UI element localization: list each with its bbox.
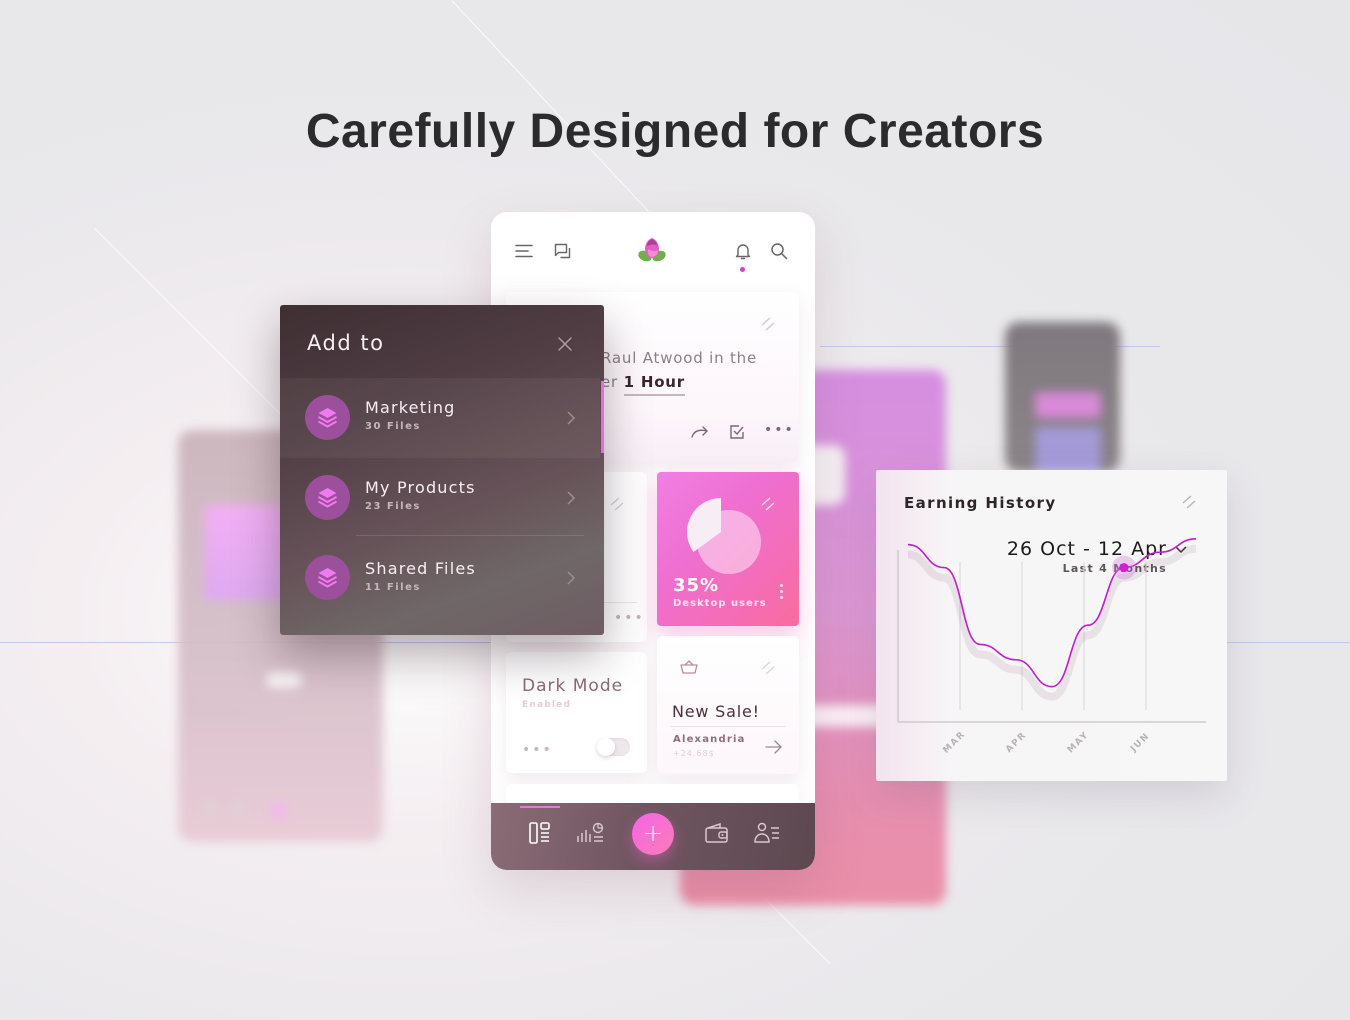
divider [356,535,584,536]
desktop-users-card[interactable]: 35% Desktop users [657,472,799,626]
earning-line-chart: MAR APR MAY JUN [897,538,1206,756]
dark-mode-title: Dark Mode [522,676,624,696]
menu-icon[interactable] [515,244,533,258]
pie-percent: 35% [673,575,720,596]
layers-icon [305,395,350,440]
active-tab-indicator [520,806,560,808]
bottom-navigation: + [491,803,815,870]
close-icon[interactable] [557,336,573,352]
dialog-item-marketing[interactable]: Marketing 30 Files [280,378,600,458]
sale-title: New Sale! [672,702,760,721]
notification-time-emphasis: 1 Hour [623,373,685,396]
item-name: My Products [365,478,476,497]
item-name: Shared Files [365,559,476,578]
layers-icon [305,475,350,520]
line-shadow [907,544,1197,701]
divider [671,726,785,727]
highlight-point [1119,563,1129,573]
sale-amount: +24.68$ [673,749,715,758]
add-to-dialog: Add to Marketing 30 Files My Products 23… [280,305,604,635]
x-tick-label: APR [1004,730,1029,755]
more-vertical-icon[interactable] [780,584,783,602]
forward-icon[interactable] [691,425,709,439]
profile-icon[interactable] [754,822,780,844]
more-icon[interactable]: ••• [614,610,645,626]
pattern-icon [761,661,775,675]
dark-mode-card: Dark Mode Enabled ••• [506,652,647,773]
x-tick-label: MAR [941,729,967,755]
arrow-right-icon[interactable] [765,740,783,754]
chevron-right-icon [567,571,576,585]
top-bar [491,212,815,292]
stats-icon[interactable] [576,822,604,844]
item-name: Marketing [365,398,456,417]
toggle-knob [597,738,615,756]
bell-icon[interactable] [735,242,751,260]
notification-dot [740,267,745,272]
new-sale-card[interactable]: New Sale! Alexandria +24.68$ [657,636,799,774]
checkbox-icon[interactable] [729,424,745,440]
layers-icon [305,555,350,600]
item-count: 11 Files [365,582,421,593]
dashboard-icon[interactable] [529,822,551,844]
scroll-indicator[interactable] [601,381,604,453]
chevron-right-icon [567,491,576,505]
next-card [506,784,799,804]
x-tick-label: MAY [1066,730,1092,756]
notification-time: er 1 Hour [601,373,685,396]
pattern-icon [761,317,775,331]
earning-history-card: Earning History 26 Oct - 12 Apr Last 4 M… [876,470,1227,781]
dialog-title: Add to [307,331,385,355]
dark-mode-status: Enabled [522,700,572,710]
dialog-item-my-products[interactable]: My Products 23 Files [280,458,600,538]
more-icon[interactable]: ••• [764,422,795,438]
background-phone-right [1005,322,1120,472]
notification-text: Raul Atwood in the [601,349,757,367]
search-icon[interactable] [770,242,788,260]
dialog-item-shared-files[interactable]: Shared Files 11 Files [280,538,600,618]
add-button[interactable]: + [632,813,674,855]
tulip-logo [638,238,666,262]
pie-label: Desktop users [673,598,767,609]
item-count: 23 Files [365,501,421,512]
wallet-icon[interactable] [705,823,729,843]
item-count: 30 Files [365,421,421,432]
chat-icon[interactable] [554,243,572,259]
x-tick-label: JUN [1128,731,1152,755]
sale-customer: Alexandria [673,734,746,745]
chevron-right-icon [567,411,576,425]
dark-mode-toggle[interactable] [597,738,630,756]
pattern-icon [610,497,624,511]
basket-icon [680,660,698,674]
more-icon[interactable]: ••• [522,742,553,758]
page-headline: Carefully Designed for Creators [305,105,1045,158]
pie-chart [687,498,761,574]
